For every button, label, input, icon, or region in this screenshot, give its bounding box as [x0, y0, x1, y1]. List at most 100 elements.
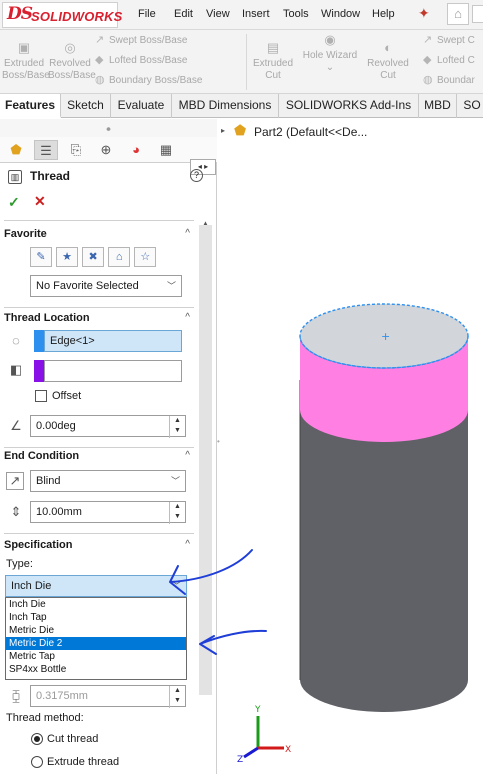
menu-insert[interactable]: Insert: [242, 8, 270, 20]
collapse-chevron-icon[interactable]: ^: [185, 309, 190, 327]
property-manager-panel: ⦁ ⬟ ☰ ⎘ ⊕ ◕ ▦ ◂ ▸ ▥ Thread ? ✓ ✕ ▲ Favor…: [0, 119, 217, 774]
depth-stepper-icon[interactable]: ▲ ▼: [169, 502, 185, 524]
type-option-sp4xx-bottle[interactable]: SP4xx Bottle: [6, 663, 186, 676]
pitch-input[interactable]: 0.3175mm ▲ ▼: [30, 685, 186, 708]
extruded-boss-label-2: Boss/Base: [2, 70, 50, 81]
boundary-cut-button[interactable]: ◍ Boundar: [423, 73, 475, 86]
load-favorite-icon[interactable]: ☆: [134, 247, 157, 267]
apply-favorite-icon[interactable]: ✎: [30, 247, 52, 267]
pin-icon[interactable]: ✦: [418, 5, 430, 22]
section-divider: [4, 307, 194, 308]
add-favorite-icon[interactable]: ★: [56, 247, 79, 267]
revolved-cut-button[interactable]: ◐ Revolved Cut: [366, 40, 410, 82]
cancel-button[interactable]: ✕: [34, 193, 46, 210]
tab-evaluate[interactable]: Evaluate: [111, 94, 172, 118]
feature-manager-tab-icon[interactable]: ⬟: [4, 140, 28, 160]
panel-scrollbar[interactable]: [199, 225, 212, 695]
ds-logo-mark: DS: [7, 4, 33, 24]
property-manager-tab-icon[interactable]: ☰: [34, 140, 58, 160]
angle-stepper-icon[interactable]: ▲ ▼: [169, 416, 185, 438]
edge-selection-field[interactable]: Edge<1>: [44, 330, 182, 352]
collapse-chevron-icon[interactable]: ^: [185, 447, 190, 465]
lofted-boss-button[interactable]: ◆ Lofted Boss/Base: [95, 53, 187, 66]
type-option-inch-tap[interactable]: Inch Tap: [6, 611, 186, 624]
boundary-cut-icon: ◍: [423, 74, 433, 86]
help-icon[interactable]: ?: [190, 169, 203, 182]
extruded-boss-button[interactable]: ▣ Extruded Boss/Base: [2, 40, 50, 82]
triad-x-label: X: [285, 745, 291, 755]
pitch-stepper-icon[interactable]: ▲ ▼: [169, 686, 185, 708]
menu-help[interactable]: Help: [372, 8, 395, 20]
menu-tools[interactable]: Tools: [283, 8, 309, 20]
graphics-viewport[interactable]: + Y X Z: [218, 140, 483, 774]
type-option-metric-die[interactable]: Metric Die: [6, 624, 186, 637]
edge-selection-value: Edge<1>: [50, 335, 95, 347]
solidworks-logo[interactable]: DS SOLIDWORKS: [2, 2, 122, 28]
specification-section-header[interactable]: Specification ^: [4, 536, 194, 554]
tab-overflow[interactable]: SO: [457, 94, 483, 118]
menu-file[interactable]: File: [138, 8, 156, 20]
swept-boss-icon: ↗: [95, 34, 105, 46]
type-option-metric-die-2[interactable]: Metric Die 2: [6, 637, 186, 650]
revolved-cut-label-2: Cut: [380, 70, 396, 81]
ok-button[interactable]: ✓: [8, 194, 20, 211]
new-document-icon[interactable]: [472, 5, 483, 23]
menu-edit[interactable]: Edit: [174, 8, 193, 20]
origin-marker-icon: +: [381, 330, 390, 343]
panel-grip-handle[interactable]: ⦁: [0, 119, 217, 137]
tree-part-label[interactable]: Part2 (Default<<De...: [254, 125, 367, 139]
face-selection-field[interactable]: [44, 360, 182, 382]
display-manager-tab-icon[interactable]: ◕: [124, 140, 148, 160]
reverse-direction-icon[interactable]: ↗: [6, 472, 24, 490]
boundary-boss-button[interactable]: ◍ Boundary Boss/Base: [95, 73, 202, 86]
tree-expand-icon[interactable]: ▸: [221, 126, 225, 135]
section-divider: [4, 220, 194, 221]
tab-mbd[interactable]: MBD: [419, 94, 457, 118]
extrude-thread-radio[interactable]: [31, 756, 43, 768]
page-title: Thread: [30, 169, 71, 183]
menu-window[interactable]: Window: [321, 8, 360, 20]
extruded-cut-button[interactable]: ▤ Extruded Cut: [250, 40, 296, 82]
save-favorite-icon[interactable]: ⌂: [108, 247, 131, 267]
angle-icon: ∠: [10, 418, 22, 433]
lofted-cut-button[interactable]: ◆ Lofted C: [423, 53, 475, 66]
revolved-boss-label-1: Revolved: [49, 58, 91, 69]
menu-view[interactable]: View: [206, 8, 230, 20]
dimxpert-tab-icon[interactable]: ⊕: [94, 140, 118, 160]
hole-wizard-button[interactable]: ◉ Hole Wizard ⌄: [298, 32, 362, 74]
triad-z-label: Z: [237, 755, 243, 765]
collapse-chevron-icon[interactable]: ^: [185, 536, 190, 554]
home-icon[interactable]: ⌂: [447, 3, 469, 25]
tab-mbd-dimensions[interactable]: MBD Dimensions: [172, 94, 279, 118]
collapse-chevron-icon[interactable]: ^: [185, 225, 190, 243]
tab-sketch[interactable]: Sketch: [61, 94, 111, 118]
end-condition-header-label: End Condition: [4, 450, 80, 462]
favorite-section-header[interactable]: Favorite ^: [4, 225, 194, 243]
type-option-inch-die[interactable]: Inch Die: [6, 598, 186, 611]
offset-checkbox[interactable]: [35, 390, 47, 402]
hole-wizard-dropdown-icon[interactable]: ⌄: [326, 62, 334, 73]
tab-features[interactable]: Features: [0, 94, 61, 118]
favorite-select[interactable]: No Favorite Selected ﹀: [30, 275, 182, 297]
thread-location-section-header[interactable]: Thread Location ^: [4, 309, 194, 327]
configuration-manager-tab-icon[interactable]: ⎘: [64, 140, 88, 160]
logo-text: SOLIDWORKS: [31, 9, 123, 24]
delete-favorite-icon[interactable]: ✖: [82, 247, 105, 267]
tab-solidworks-add-ins[interactable]: SOLIDWORKS Add-Ins: [279, 94, 419, 118]
swept-boss-button[interactable]: ↗ Swept Boss/Base: [95, 33, 187, 46]
favorite-toolbar: ✎ ★ ✖ ⌂ ☆: [30, 247, 157, 267]
face-selection-icon: ◧: [9, 362, 23, 377]
chevron-down-icon: ﹀: [170, 476, 180, 486]
triad-z-axis: [243, 746, 259, 759]
end-condition-select[interactable]: Blind ﹀: [30, 470, 186, 492]
type-option-metric-tap[interactable]: Metric Tap: [6, 650, 186, 663]
thread-type-select[interactable]: Inch Die ﹀: [5, 575, 187, 597]
cam-tab-icon[interactable]: ▦: [154, 140, 178, 160]
revolved-boss-button[interactable]: ◎ Revolved Boss/Base: [48, 40, 96, 82]
angle-input[interactable]: 0.00deg ▲ ▼: [30, 415, 186, 438]
cut-thread-radio[interactable]: [31, 733, 43, 745]
extrude-thread-label: Extrude thread: [47, 756, 120, 768]
swept-cut-button[interactable]: ↗ Swept C: [423, 33, 475, 46]
depth-input[interactable]: 10.00mm ▲ ▼: [30, 501, 186, 524]
end-condition-section-header[interactable]: End Condition ^: [4, 447, 194, 465]
